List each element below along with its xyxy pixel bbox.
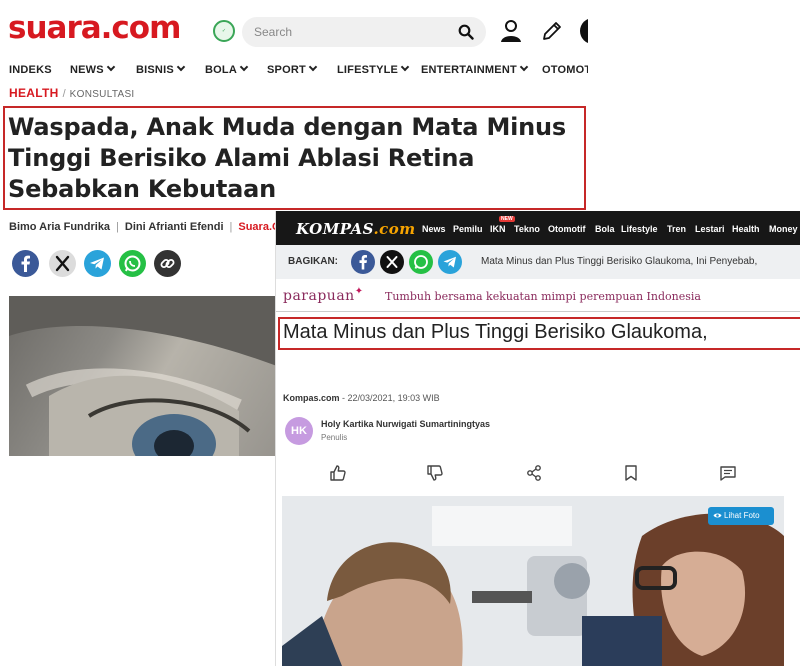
nav-item-otomotif[interactable]: OTOMOTIF: [542, 64, 588, 76]
whatsapp-icon[interactable]: [119, 250, 146, 277]
telegram-icon[interactable]: [84, 250, 111, 277]
nav-item-sport[interactable]: SPORT: [267, 62, 318, 76]
facebook-icon[interactable]: [351, 250, 375, 274]
chevron-down-icon: [239, 62, 249, 72]
nav-item-ikn[interactable]: IKN: [490, 224, 506, 234]
share-icon[interactable]: [525, 464, 543, 482]
nav-item-lifestyle[interactable]: LIFESTYLE: [337, 62, 410, 76]
telegram-icon[interactable]: [438, 250, 462, 274]
author-name[interactable]: Dini Afrianti Efendi: [125, 221, 224, 233]
breadcrumb: HEALTH / KONSULTASI: [9, 86, 135, 100]
avatar[interactable]: HK: [285, 417, 313, 445]
bookmark-icon[interactable]: [622, 464, 640, 482]
new-badge: NEW: [499, 216, 515, 222]
parapuan-logo[interactable]: parapuan✦: [283, 286, 364, 304]
search-icon[interactable]: [458, 24, 474, 40]
share-label: BAGIKAN:: [288, 256, 338, 267]
chevron-down-icon: [519, 62, 529, 72]
lihat-foto-button[interactable]: Lihat Foto: [708, 507, 774, 525]
nav-item-bola[interactable]: BOLA: [205, 62, 249, 76]
nav-item-lifestyle[interactable]: Lifestyle: [621, 224, 658, 234]
search-bar[interactable]: [242, 17, 486, 47]
nav-item-indeks[interactable]: INDEKS: [9, 64, 52, 76]
user-icon[interactable]: [499, 19, 523, 43]
article-meta: Kompas.com - 22/03/2021, 19:03 WIB: [283, 393, 440, 403]
breadcrumb-subcategory[interactable]: KONSULTASI: [70, 89, 135, 100]
article-actions: [276, 464, 800, 484]
article-photo: [9, 296, 277, 456]
nav-item-lestari[interactable]: Lestari: [695, 224, 725, 234]
eye-icon: [713, 513, 722, 518]
x-icon[interactable]: [49, 250, 76, 277]
search-input[interactable]: [254, 23, 444, 41]
chevron-down-icon: [308, 62, 318, 72]
pencil-icon[interactable]: [540, 19, 564, 43]
author-role: Penulis: [321, 433, 348, 442]
nav-item-otomotif[interactable]: Otomotif: [548, 224, 586, 234]
comment-icon[interactable]: [719, 464, 737, 482]
nav-item-news[interactable]: News: [422, 224, 446, 234]
nav-item-bola[interactable]: Bola: [595, 224, 615, 234]
nav-item-money[interactable]: Money: [769, 224, 798, 234]
kompas-article-screenshot: KOMPAS.com News Pemilu IKN Tekno Otomoti…: [276, 211, 800, 666]
author-name[interactable]: Bimo Aria Fundrika: [9, 221, 110, 233]
meta-source: Kompas.com: [283, 393, 340, 403]
chevron-down-icon: [176, 62, 186, 72]
nav-item-news[interactable]: NEWS: [70, 62, 116, 76]
menu-button[interactable]: [580, 18, 588, 44]
nav-item-entertainment[interactable]: ENTERTAINMENT: [421, 62, 529, 76]
x-icon[interactable]: [380, 250, 404, 274]
verified-badge-icon: ✓: [213, 20, 235, 42]
parapuan-tagline: Tumbuh bersama kekuatan mimpi perempuan …: [385, 290, 701, 303]
article-headline: Mata Minus dan Plus Tinggi Berisiko Glau…: [283, 321, 708, 343]
divider: [276, 311, 800, 312]
thumbs-up-icon[interactable]: [329, 464, 347, 482]
facebook-icon[interactable]: [12, 250, 39, 277]
star-icon: ✦: [354, 286, 364, 297]
meta-date: - 22/03/2021, 19:03 WIB: [342, 393, 440, 403]
top-navbar: KOMPAS.com News Pemilu IKN Tekno Otomoti…: [276, 211, 800, 245]
share-bar: BAGIKAN: Mata Minus dan Plus Tinggi Beri…: [276, 245, 800, 279]
nav-item-tren[interactable]: Tren: [667, 224, 686, 234]
nav-item-pemilu[interactable]: Pemilu: [453, 224, 483, 234]
nav-item-health[interactable]: Health: [732, 224, 760, 234]
kompas-logo[interactable]: KOMPAS.com: [296, 220, 416, 238]
article-headline: Waspada, Anak Muda dengan Mata Minus Tin…: [8, 113, 567, 203]
author-name[interactable]: Holy Kartika Nurwigati Sumartiningtyas: [321, 419, 490, 429]
eye-closeup-image: [9, 296, 277, 456]
chevron-down-icon: [400, 62, 410, 72]
link-icon[interactable]: [154, 250, 181, 277]
nav-item-bisnis[interactable]: BISNIS: [136, 62, 186, 76]
thumbs-down-icon[interactable]: [426, 464, 444, 482]
shared-article-title: Mata Minus dan Plus Tinggi Berisiko Glau…: [481, 256, 758, 267]
breadcrumb-category[interactable]: HEALTH: [9, 86, 59, 100]
author-line: Bimo Aria Fundrika | Dini Afrianti Efendi |…: [9, 221, 280, 233]
source-link[interactable]: Suara.C: [238, 221, 280, 233]
nav-item-tekno[interactable]: Tekno: [514, 224, 540, 234]
main-nav: INDEKS NEWS BISNIS BOLA SPORT LIFESTYLE …: [0, 62, 588, 82]
suara-logo[interactable]: suara.com: [8, 10, 181, 46]
chevron-down-icon: [106, 62, 116, 72]
whatsapp-icon[interactable]: [409, 250, 433, 274]
